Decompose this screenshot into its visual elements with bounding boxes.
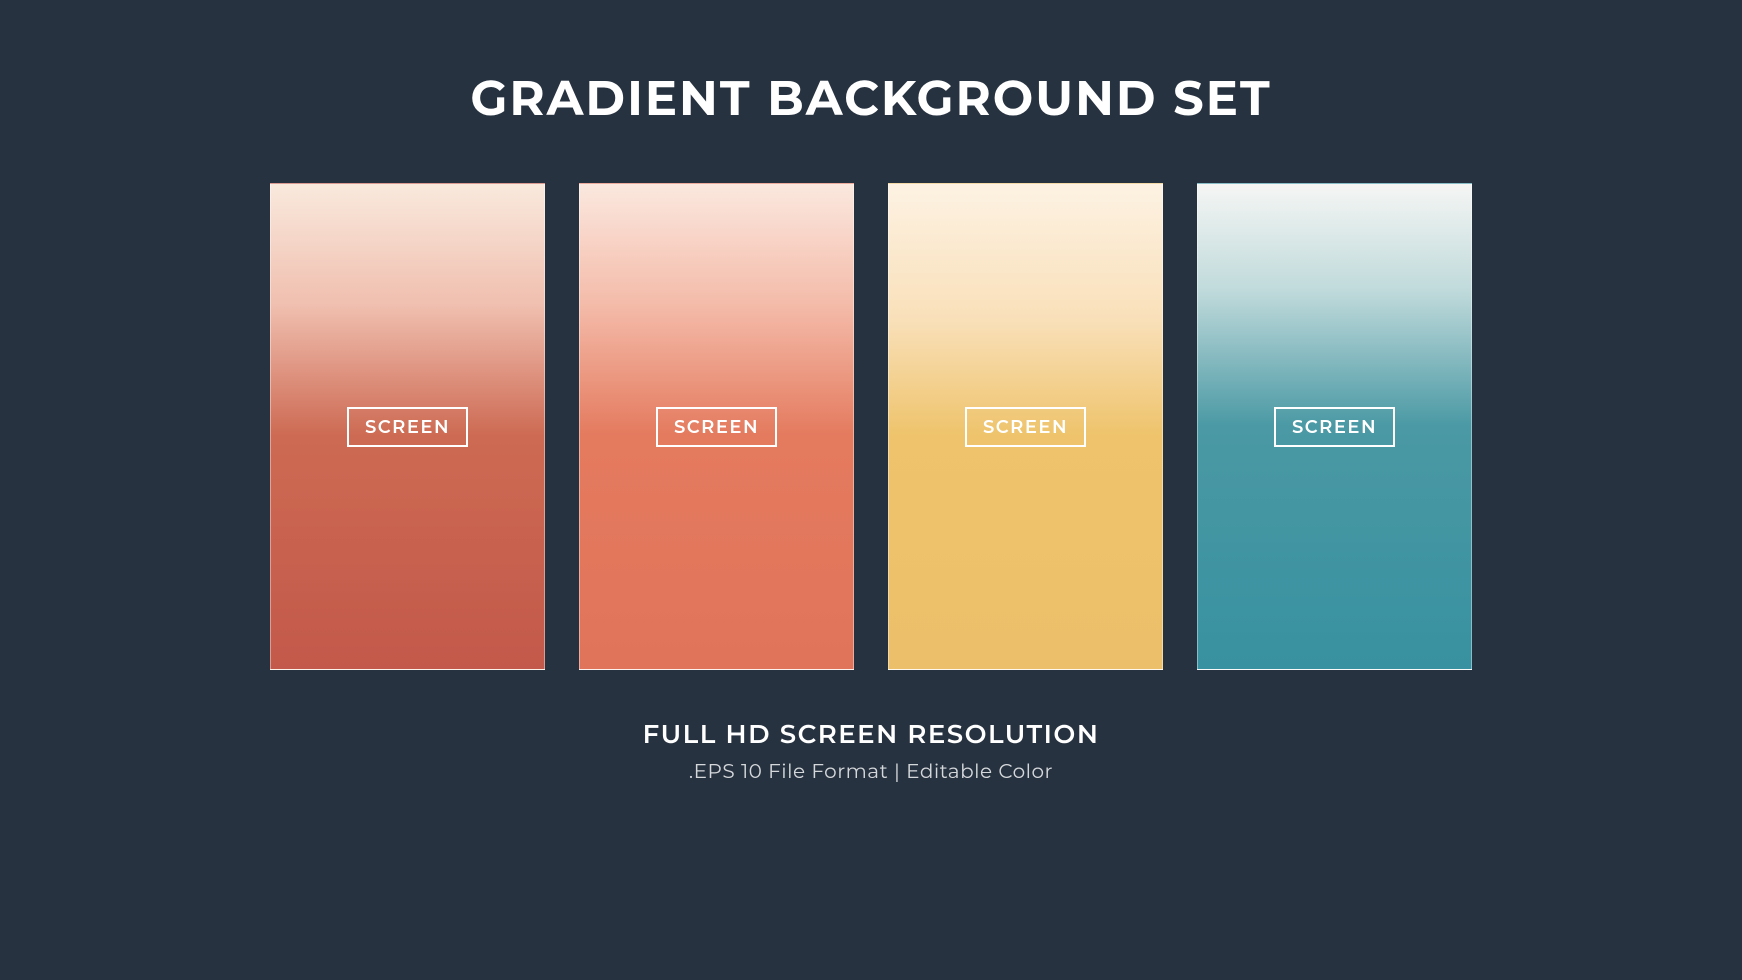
gradient-cards-row: SCREEN SCREEN SCREEN SCREEN: [270, 183, 1472, 670]
description-text: .EPS 10 File Format | Editable Color: [689, 760, 1053, 784]
screen-label-3: SCREEN: [965, 407, 1086, 447]
screen-label-2: SCREEN: [656, 407, 777, 447]
subtitle-text: FULL HD SCREEN RESOLUTION: [643, 718, 1100, 750]
gradient-card-1: SCREEN: [270, 183, 545, 670]
gradient-card-3: SCREEN: [888, 183, 1163, 670]
screen-label-1: SCREEN: [347, 407, 468, 447]
screen-label-4: SCREEN: [1274, 407, 1395, 447]
gradient-card-4: SCREEN: [1197, 183, 1472, 670]
gradient-card-2: SCREEN: [579, 183, 854, 670]
page-title: GRADIENT BACKGROUND SET: [470, 70, 1271, 128]
